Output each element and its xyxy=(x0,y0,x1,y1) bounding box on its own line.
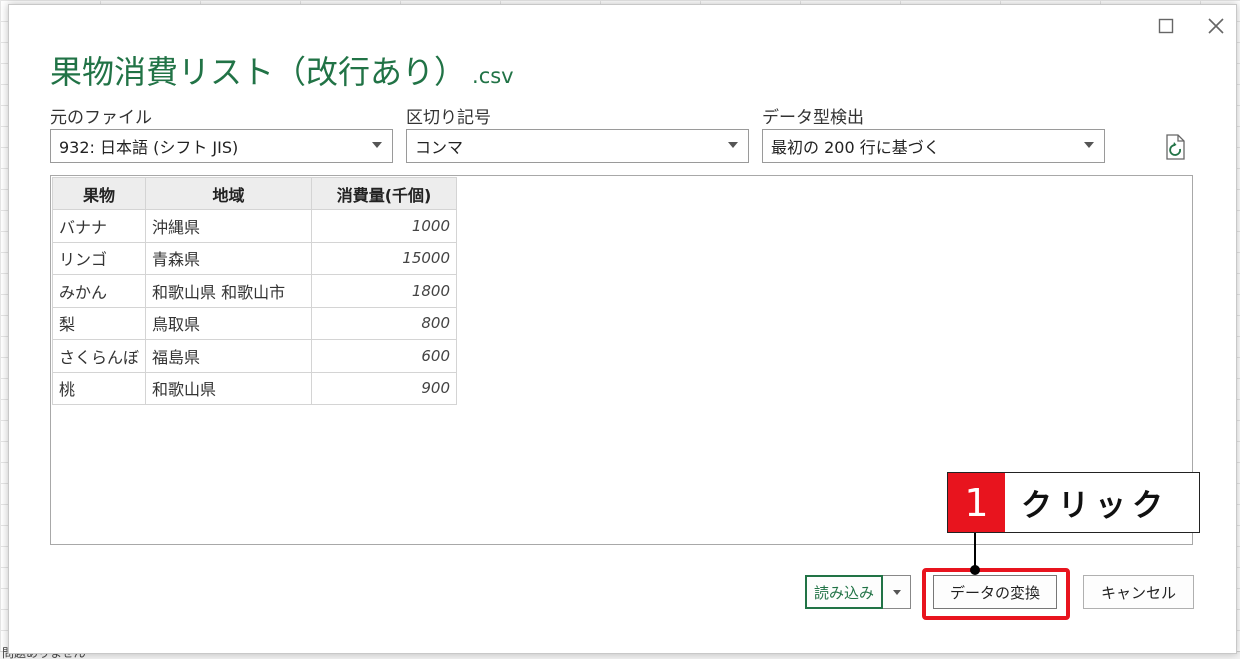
table-cell: 福島県 xyxy=(145,339,313,373)
file-name: 果物消費リスト（改行あり） xyxy=(50,53,467,91)
close-icon[interactable] xyxy=(1205,15,1227,37)
table-cell: さくらんぼ xyxy=(51,339,147,373)
table-cell: 青森県 xyxy=(145,241,313,275)
step-number-badge: 1 xyxy=(948,473,1005,532)
cancel-button[interactable]: キャンセル xyxy=(1083,575,1194,609)
table-cell: みかん xyxy=(51,274,147,308)
table-cell: 900 xyxy=(311,371,458,405)
maximize-icon[interactable] xyxy=(1155,15,1177,37)
step-instruction: クリック xyxy=(1005,473,1199,532)
origin-value: 932: 日本語 (シフト JIS) xyxy=(59,138,239,157)
table-cell: 和歌山県 和歌山市 xyxy=(145,274,313,308)
table-cell: 鳥取県 xyxy=(145,306,313,340)
column-header: 果物 xyxy=(51,177,147,210)
load-button[interactable]: 読み込み xyxy=(805,575,883,609)
chevron-down-icon xyxy=(372,142,382,148)
origin-select[interactable]: 932: 日本語 (シフト JIS) xyxy=(50,129,393,163)
table-cell: 1800 xyxy=(311,274,458,308)
table-cell: 和歌山県 xyxy=(145,371,313,405)
file-extension: .csv xyxy=(472,64,514,88)
dialog-title: 果物消費リスト（改行あり） .csv xyxy=(50,47,514,93)
refresh-document-icon[interactable] xyxy=(1164,133,1188,161)
chevron-down-icon xyxy=(1084,142,1094,148)
table-row: バナナ 沖縄県 1000 xyxy=(51,209,458,243)
transform-data-button[interactable]: データの変換 xyxy=(933,575,1057,609)
delimiter-select[interactable]: コンマ xyxy=(406,129,749,163)
delimiter-value: コンマ xyxy=(415,138,464,157)
table-row: さくらんぼ 福島県 600 xyxy=(51,339,458,373)
table-cell: 桃 xyxy=(51,371,147,405)
callout-dot xyxy=(970,565,980,575)
table-cell: 600 xyxy=(311,339,458,373)
table-cell: 800 xyxy=(311,306,458,340)
table-cell: 沖縄県 xyxy=(145,209,313,243)
origin-label: 元のファイル xyxy=(50,108,152,128)
table-row: みかん 和歌山県 和歌山市 1800 xyxy=(51,274,458,308)
table-cell: 15000 xyxy=(311,241,458,275)
load-options-button[interactable] xyxy=(883,575,911,609)
chevron-down-icon xyxy=(892,589,901,595)
table-row: リンゴ 青森県 15000 xyxy=(51,241,458,275)
type-detection-value: 最初の 200 行に基づく xyxy=(771,138,940,157)
callout-label: 1 クリック xyxy=(947,472,1200,533)
table-header-row: 果物 地域 消費量(千個) xyxy=(51,177,458,210)
preview-table: 果物 地域 消費量(千個) バナナ 沖縄県 1000 リンゴ 青森県 15000… xyxy=(51,177,458,405)
table-row: 梨 鳥取県 800 xyxy=(51,306,458,340)
table-cell: リンゴ xyxy=(51,241,147,275)
callout-line xyxy=(974,533,976,569)
table-row: 桃 和歌山県 900 xyxy=(51,371,458,405)
column-header: 消費量(千個) xyxy=(311,177,458,210)
csv-import-dialog: 果物消費リスト（改行あり） .csv 元のファイル 932: 日本語 (シフト J… xyxy=(8,4,1237,654)
type-detection-select[interactable]: 最初の 200 行に基づく xyxy=(762,129,1105,163)
table-cell: 梨 xyxy=(51,306,147,340)
column-header: 地域 xyxy=(145,177,313,210)
delimiter-label: 区切り記号 xyxy=(406,108,491,128)
chevron-down-icon xyxy=(728,142,738,148)
table-cell: バナナ xyxy=(51,209,147,243)
table-cell: 1000 xyxy=(311,209,458,243)
type-detection-label: データ型検出 xyxy=(762,108,864,128)
